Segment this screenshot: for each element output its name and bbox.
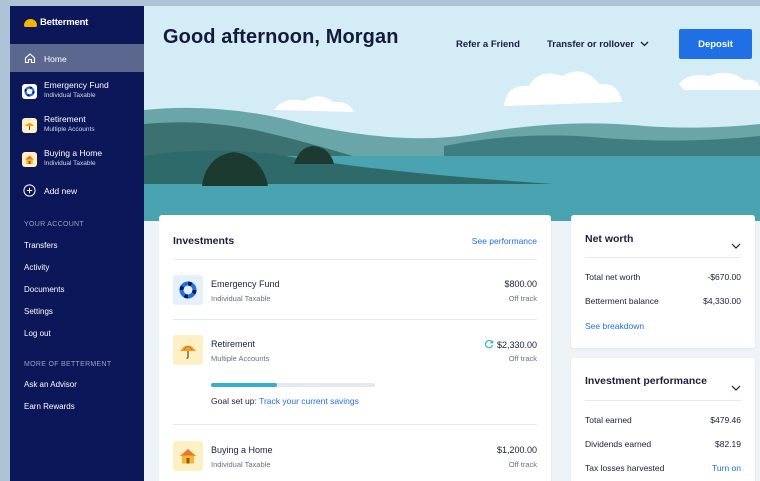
account-amount-wrapper: $2,330.00 xyxy=(484,339,537,351)
umbrella-icon xyxy=(173,335,203,365)
see-breakdown-link[interactable]: See breakdown xyxy=(585,321,644,331)
sidebar-item-emergency-fund[interactable]: Emergency Fund Individual Taxable xyxy=(10,78,144,106)
row-value: $479.46 xyxy=(710,415,741,425)
sidebar-link-ask-an-advisor[interactable]: Ask an Advisor xyxy=(24,380,77,389)
account-row-emergency-fund[interactable]: Emergency Fund Individual Taxable $800.0… xyxy=(173,275,537,305)
sidebar: Betterment Home Emergency Fund Individua… xyxy=(10,6,144,481)
row-label: Total earned xyxy=(585,415,632,425)
section-heading-more: MORE OF BETTERMENT xyxy=(24,361,112,368)
investment-performance-card: Investment performance Total earned $479… xyxy=(571,358,755,481)
divider xyxy=(173,424,537,425)
sidebar-link-documents[interactable]: Documents xyxy=(24,285,64,294)
goal-prefix: Goal set up: xyxy=(211,396,257,406)
total-earned-row: Total earned $479.46 xyxy=(585,415,741,425)
tax-losses-row: Tax losses harvested Turn on xyxy=(585,463,741,473)
account-type: Individual Taxable xyxy=(211,460,271,469)
transfer-dropdown[interactable]: Transfer or rollover xyxy=(547,39,649,50)
divider xyxy=(173,319,537,320)
sidebar-item-sublabel: Individual Taxable xyxy=(44,92,96,99)
chevron-down-icon[interactable] xyxy=(731,236,741,254)
account-type: Multiple Accounts xyxy=(211,354,270,363)
net-worth-row: Total net worth -$670.00 xyxy=(585,272,741,282)
row-value: $4,330.00 xyxy=(703,296,741,306)
sidebar-item-home[interactable]: Home xyxy=(10,44,144,72)
section-heading-your-account: YOUR ACCOUNT xyxy=(24,221,84,228)
track-savings-link[interactable]: Track your current savings xyxy=(259,396,359,406)
divider xyxy=(585,257,741,258)
account-name: Buying a Home xyxy=(211,445,273,455)
account-status: Off track xyxy=(508,354,537,363)
sidebar-link-log-out[interactable]: Log out xyxy=(24,329,51,338)
sidebar-item-label: Home xyxy=(44,54,67,64)
app-window: Betterment Home Emergency Fund Individua… xyxy=(10,6,760,481)
plus-circle-icon xyxy=(22,183,37,198)
sidebar-link-earn-rewards[interactable]: Earn Rewards xyxy=(24,402,75,411)
sidebar-item-label: Buying a Home xyxy=(44,148,103,158)
account-row-buying-a-home[interactable]: Buying a Home Individual Taxable $1,200.… xyxy=(173,441,537,471)
brand-logo[interactable]: Betterment xyxy=(24,17,88,28)
sidebar-item-label: Add new xyxy=(44,186,78,196)
life-ring-icon xyxy=(173,275,203,305)
account-name: Retirement xyxy=(211,339,256,349)
goal-progress-bar xyxy=(211,383,375,387)
hero-landscape: Good afternoon, Morgan Refer a Friend Tr… xyxy=(144,6,760,221)
house-icon xyxy=(22,152,37,167)
page-title: Good afternoon, Morgan xyxy=(163,26,399,48)
brand-name: Betterment xyxy=(40,17,89,28)
betterment-balance-row: Betterment balance $4,330.00 xyxy=(585,296,741,306)
chevron-down-icon xyxy=(640,39,649,50)
sidebar-item-label: Retirement xyxy=(44,114,86,124)
turn-on-link[interactable]: Turn on xyxy=(712,463,741,473)
account-amount: $2,330.00 xyxy=(496,340,537,350)
chevron-down-icon[interactable] xyxy=(731,378,741,396)
account-amount: $1,200.00 xyxy=(496,445,537,455)
row-label: Betterment balance xyxy=(585,296,659,306)
sidebar-link-activity[interactable]: Activity xyxy=(24,263,49,272)
divider xyxy=(173,259,537,260)
row-value: $82.19 xyxy=(715,439,741,449)
home-icon xyxy=(22,51,37,66)
betterment-logo-icon xyxy=(24,18,37,27)
account-status: Off track xyxy=(508,294,537,303)
goal-setup-text: Goal set up: Track your current savings xyxy=(211,394,371,409)
row-label: Dividends earned xyxy=(585,439,652,449)
sidebar-item-buying-a-home[interactable]: Buying a Home Individual Taxable xyxy=(10,146,144,174)
sidebar-item-add-new[interactable]: Add new xyxy=(10,180,144,202)
life-ring-icon xyxy=(22,84,37,99)
row-label: Total net worth xyxy=(585,272,641,282)
investment-performance-title: Investment performance xyxy=(585,375,707,387)
account-amount: $800.00 xyxy=(504,279,537,289)
sync-icon xyxy=(484,339,494,351)
row-value: -$670.00 xyxy=(707,272,741,282)
net-worth-card: Net worth Total net worth -$670.00 Bette… xyxy=(571,215,755,348)
refer-a-friend-link[interactable]: Refer a Friend xyxy=(456,39,520,50)
row-label: Tax losses harvested xyxy=(585,463,665,473)
dividends-earned-row: Dividends earned $82.19 xyxy=(585,439,741,449)
transfer-label: Transfer or rollover xyxy=(547,39,635,50)
umbrella-icon xyxy=(22,118,37,133)
investments-title: Investments xyxy=(173,235,235,247)
sidebar-item-retirement[interactable]: Retirement Multiple Accounts xyxy=(10,112,144,140)
sidebar-item-sublabel: Individual Taxable xyxy=(44,160,96,167)
net-worth-title: Net worth xyxy=(585,233,634,245)
divider xyxy=(585,400,741,401)
sidebar-item-label: Emergency Fund xyxy=(44,80,109,90)
house-icon xyxy=(173,441,203,471)
deposit-button[interactable]: Deposit xyxy=(679,29,752,59)
main-content: Good afternoon, Morgan Refer a Friend Tr… xyxy=(144,6,760,481)
sidebar-item-sublabel: Multiple Accounts xyxy=(44,126,95,133)
account-status: Off track xyxy=(508,460,537,469)
sidebar-link-transfers[interactable]: Transfers xyxy=(24,241,58,250)
see-performance-link[interactable]: See performance xyxy=(472,236,537,246)
sidebar-link-settings[interactable]: Settings xyxy=(24,307,53,316)
investments-card: Investments See performance Emergency Fu… xyxy=(159,215,551,481)
account-row-retirement[interactable]: Retirement Multiple Accounts $2,330.00 O… xyxy=(173,335,537,415)
account-type: Individual Taxable xyxy=(211,294,271,303)
goal-progress-fill xyxy=(211,383,277,387)
account-name: Emergency Fund xyxy=(211,279,280,289)
